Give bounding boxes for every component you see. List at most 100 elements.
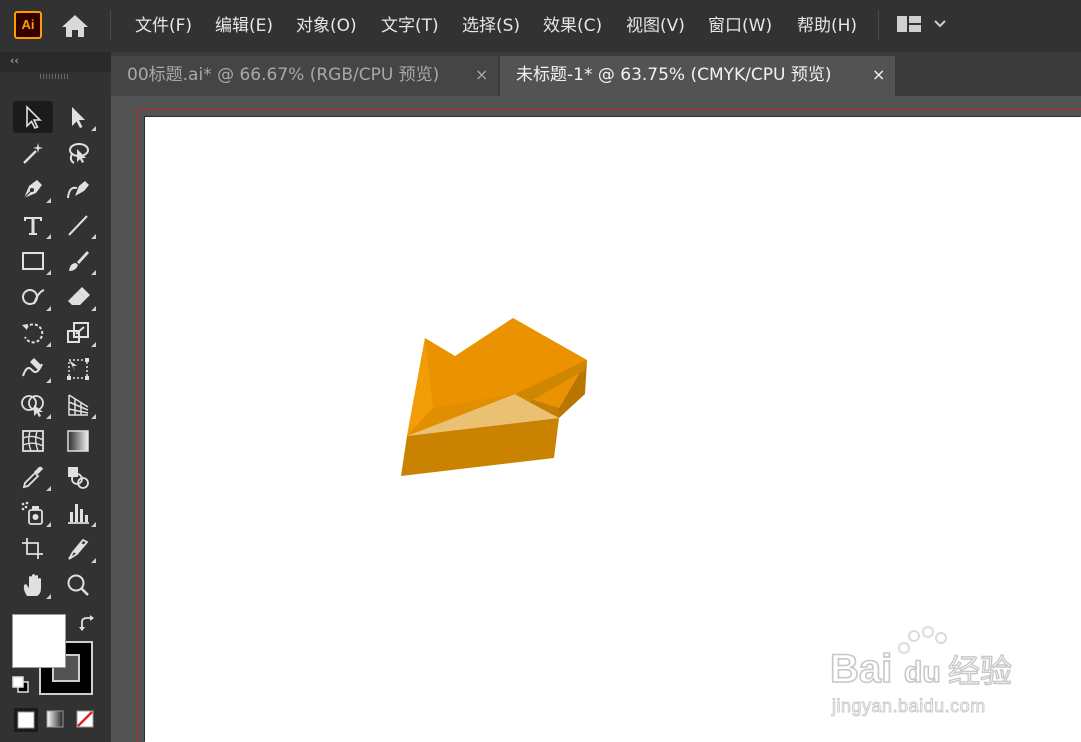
gradient-tool[interactable] (58, 425, 98, 457)
tab-untitled-1[interactable]: 未标题-1* @ 63.75% (CMYK/CPU 预览) × (500, 56, 895, 96)
tool-flyout-indicator (46, 342, 51, 347)
default-fill-stroke-button[interactable] (12, 676, 30, 694)
none-mode-button[interactable] (74, 708, 98, 732)
shape-builder-tool[interactable] (13, 389, 53, 421)
artboard-icon (22, 538, 43, 559)
direct-selection-tool[interactable] (58, 101, 98, 133)
paintbrush-icon (69, 251, 89, 271)
swap-arrows-icon (79, 615, 94, 631)
workspace-switcher-button[interactable] (895, 12, 953, 38)
column-graph-tool[interactable] (58, 497, 98, 529)
rotate-icon (22, 323, 44, 344)
direct-selection-arrow-icon (72, 107, 85, 128)
warp-tool[interactable] (13, 353, 53, 385)
menu-window[interactable]: 窗口(W) (708, 12, 772, 40)
document-tab-bar: 00标题.ai* @ 66.67% (RGB/CPU 预览) × 未标题-1* … (111, 52, 1081, 96)
tool-flyout-indicator (91, 306, 96, 311)
rotate-tool[interactable] (13, 317, 53, 349)
tool-flyout-indicator (46, 522, 51, 527)
menu-separator (110, 10, 111, 40)
tab-close-button[interactable]: × (872, 56, 885, 94)
tools-panel: ‹‹ (0, 52, 111, 742)
pen-tool[interactable] (13, 173, 53, 205)
watermark-brand-tail: du (904, 656, 941, 689)
baidu-jingyan-watermark: Bai du 经验 jingyan.baidu.com (829, 626, 1013, 716)
menu-effect[interactable]: 效果(C) (543, 12, 602, 40)
fill-color-swatch[interactable] (12, 614, 66, 668)
3d-arrow-artwork[interactable] (395, 312, 595, 482)
line-segment-tool[interactable] (58, 209, 98, 241)
menu-select[interactable]: 选择(S) (462, 12, 520, 40)
perspective-grid-icon (68, 394, 89, 416)
magic-wand-tool[interactable] (13, 137, 53, 169)
tab-close-button[interactable]: × (475, 56, 488, 94)
zoom-tool[interactable] (58, 569, 98, 601)
collapse-panel-button[interactable]: ‹‹ (10, 54, 19, 67)
tool-flyout-indicator (46, 414, 51, 419)
scale-tool[interactable] (58, 317, 98, 349)
tool-flyout-indicator (46, 234, 51, 239)
lasso-tool[interactable] (58, 137, 98, 169)
tools-panel-header: ‹‹ (0, 52, 111, 72)
swap-fill-stroke-button[interactable] (78, 614, 98, 634)
rectangle-tool[interactable] (13, 245, 53, 277)
menu-type[interactable]: 文字(T) (381, 12, 439, 40)
eraser-icon (68, 287, 90, 305)
panel-grip[interactable] (40, 74, 70, 79)
menu-file[interactable]: 文件(F) (135, 12, 192, 40)
menu-separator (878, 10, 879, 40)
paintbrush-tool[interactable] (58, 245, 98, 277)
warp-icon (22, 358, 43, 377)
lasso-icon (69, 143, 89, 164)
tab-00-title[interactable]: 00标题.ai* @ 66.67% (RGB/CPU 预览) × (111, 56, 498, 96)
watermark-url: jingyan.baidu.com (831, 696, 986, 716)
slice-tool[interactable] (58, 533, 98, 565)
home-button[interactable] (58, 10, 92, 42)
perspective-grid-tool[interactable] (58, 389, 98, 421)
shaper-tool[interactable] (13, 281, 53, 313)
tool-flyout-indicator (91, 414, 96, 419)
hand-icon (23, 574, 41, 596)
free-transform-tool[interactable] (58, 353, 98, 385)
zoom-magnifier-icon (67, 574, 89, 596)
gradient-mode-button[interactable] (44, 708, 68, 732)
tool-flyout-indicator (91, 342, 96, 347)
tool-flyout-indicator (91, 126, 96, 131)
app-logo: Ai (14, 11, 42, 39)
mesh-tool[interactable] (13, 425, 53, 457)
blend-tool[interactable] (58, 461, 98, 493)
eraser-tool[interactable] (58, 281, 98, 313)
tool-flyout-indicator (46, 198, 51, 203)
menu-view[interactable]: 视图(V) (626, 12, 685, 40)
workspace-layout-icon (897, 16, 946, 32)
tab-label: 00标题.ai* @ 66.67% (RGB/CPU 预览) (127, 65, 440, 85)
menu-edit[interactable]: 编辑(E) (215, 12, 273, 40)
selection-tool[interactable] (13, 101, 53, 133)
curvature-tool[interactable] (58, 173, 98, 205)
tool-flyout-indicator (46, 306, 51, 311)
tab-label: 未标题-1* @ 63.75% (CMYK/CPU 预览) (516, 65, 832, 85)
menu-object[interactable]: 对象(O) (296, 12, 357, 40)
watermark-suffix: 经验 (948, 652, 1012, 690)
none-color-icon (76, 710, 94, 728)
symbol-sprayer-tool[interactable] (13, 497, 53, 529)
hand-tool[interactable] (13, 569, 53, 601)
symbol-sprayer-icon (21, 501, 43, 525)
pen-nib-icon (23, 180, 42, 199)
free-transform-icon (67, 358, 89, 380)
mesh-icon (22, 430, 44, 452)
artboard-tool[interactable] (13, 533, 53, 565)
menu-help[interactable]: 帮助(H) (797, 12, 857, 40)
tool-flyout-indicator (91, 522, 96, 527)
line-segment-icon (68, 215, 88, 236)
default-colors-icon (12, 676, 29, 693)
eyedropper-tool[interactable] (13, 461, 53, 493)
tool-flyout-indicator (91, 270, 96, 275)
color-mode-button[interactable] (14, 708, 38, 732)
solid-color-icon (17, 711, 35, 729)
scale-icon (67, 322, 89, 343)
gradient-swatch-icon (46, 710, 64, 728)
type-tool[interactable] (13, 209, 53, 241)
tool-flyout-indicator (46, 378, 51, 383)
tool-flyout-indicator (46, 594, 51, 599)
